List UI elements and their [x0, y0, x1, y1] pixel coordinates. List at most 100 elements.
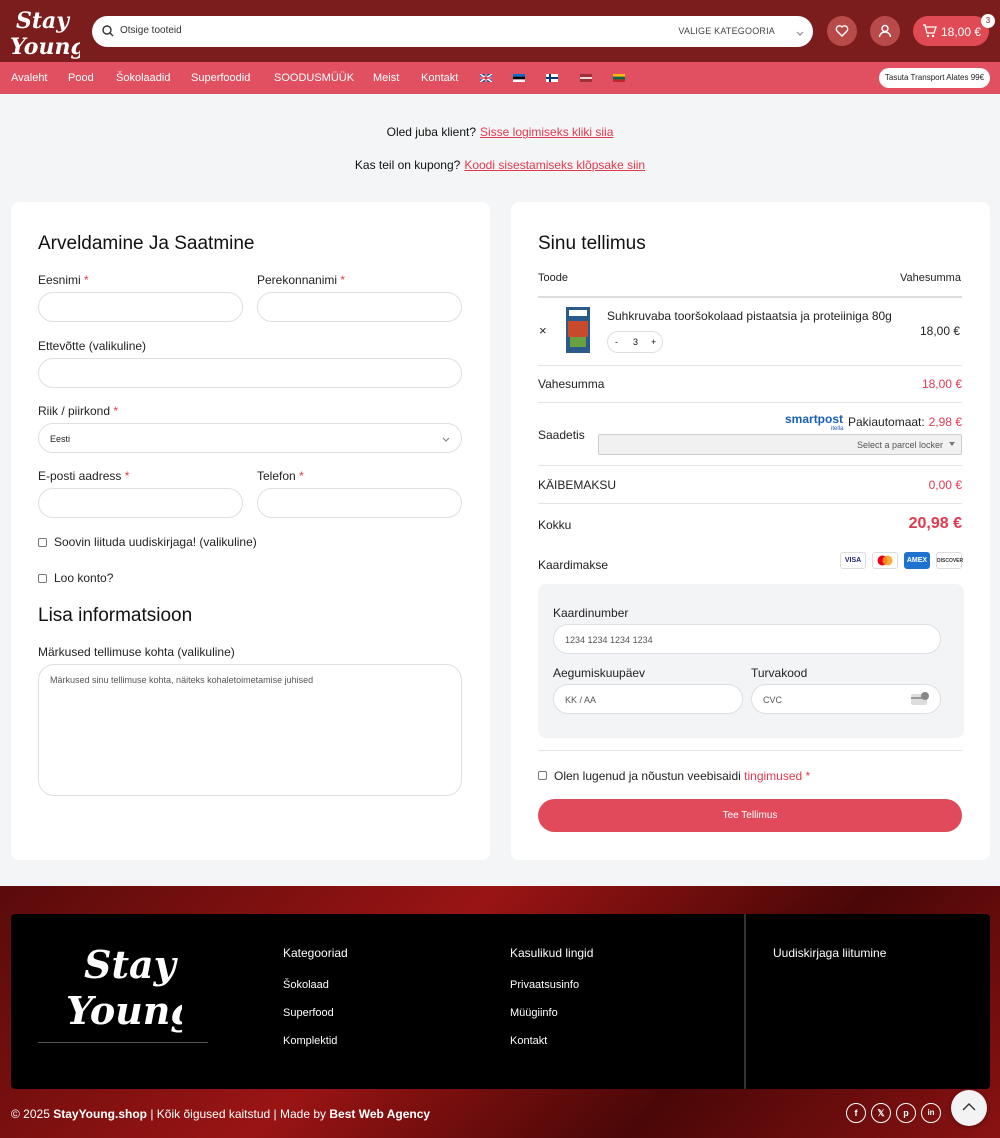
estonia-flag-icon[interactable] — [513, 74, 525, 82]
vat-value: 0,00 € — [928, 478, 962, 492]
search-input[interactable]: Otsige tooteid — [120, 25, 182, 36]
notes-placeholder: Märkused sinu tellimuse kohta, näiteks k… — [50, 675, 314, 685]
nav-item-soodusmuuk[interactable]: SOODUSMÜÜK — [274, 72, 354, 84]
header-divider — [538, 296, 962, 298]
phone-label: Telefon * — [257, 469, 304, 483]
nav-item-superfoodid[interactable]: Superfoodid — [191, 72, 250, 84]
agency-link[interactable]: Best Web Agency — [329, 1107, 430, 1121]
notes-textarea[interactable]: Märkused sinu tellimuse kohta, näiteks k… — [38, 664, 462, 796]
country-select[interactable]: Eesti — [38, 423, 462, 453]
x-twitter-icon[interactable]: 𝕏 — [871, 1103, 891, 1123]
terms-label: Olen lugenud ja nõustun veebisaidi tingi… — [554, 769, 811, 783]
site-logo[interactable]: Stay Young — [8, 4, 86, 60]
phone-field[interactable] — [257, 488, 462, 518]
last-name-field[interactable] — [257, 292, 462, 322]
chevron-down-icon — [442, 437, 450, 442]
free-shipping-badge: Tasuta Transport Alates 99€ — [879, 68, 990, 88]
wishlist-button[interactable] — [827, 16, 857, 46]
qty-minus-button[interactable]: - — [615, 337, 618, 347]
subtotal-label: Vahesumma — [538, 377, 605, 391]
country-label: Riik / piirkond * — [38, 404, 119, 418]
visa-icon: VISA — [840, 552, 866, 569]
chevron-up-icon — [962, 1103, 976, 1111]
expiry-placeholder: KK / AA — [565, 695, 597, 705]
latvia-flag-icon[interactable] — [580, 74, 592, 82]
divider — [538, 465, 962, 466]
category-select[interactable]: VALIGE KATEGOORIA — [678, 26, 775, 36]
svg-text:Stay: Stay — [16, 8, 71, 34]
footer-column-divider — [744, 914, 746, 1089]
newsletter-checkbox[interactable] — [38, 538, 47, 547]
nav-item-pood[interactable]: Pood — [68, 72, 94, 84]
remove-item-button[interactable]: × — [539, 323, 547, 338]
qty-plus-button[interactable]: + — [651, 337, 656, 347]
nav-item-kontakt[interactable]: Kontakt — [421, 72, 458, 84]
total-value: 20,98 € — [908, 515, 962, 532]
heart-icon — [835, 25, 849, 37]
cvc-field[interactable]: CVC — [751, 684, 941, 714]
parcel-locker-select[interactable]: Select a parcel locker — [598, 434, 962, 455]
copyright: © 2025 StayYoung.shop | Kõik õigused kai… — [11, 1107, 431, 1121]
notes-label: Märkused tellimuse kohta (valikuline) — [38, 645, 235, 659]
login-question: Oled juba klient? — [386, 125, 476, 139]
email-field[interactable] — [38, 488, 243, 518]
nav-item-avaleht[interactable]: Avaleht — [11, 72, 48, 84]
create-account-checkbox[interactable] — [38, 574, 47, 583]
divider — [538, 402, 962, 403]
pinterest-icon[interactable]: p — [896, 1103, 916, 1123]
product-thumbnail[interactable] — [566, 307, 590, 353]
uk-flag-icon[interactable] — [480, 74, 492, 82]
copyright-site-link[interactable]: StayYoung.shop — [53, 1107, 147, 1121]
quantity-stepper: - 3 + — [607, 331, 663, 353]
chevron-down-icon[interactable] — [795, 25, 805, 43]
footer-link-sokolaad[interactable]: Šokolaad — [283, 979, 329, 991]
logo-image: Stay Young — [10, 8, 86, 60]
footer-logo[interactable]: Stay Young — [62, 938, 182, 1034]
scroll-to-top-button[interactable] — [951, 1090, 987, 1126]
coupon-notice: Kas teil on kupong? Koodi sisestamiseks k… — [0, 158, 1000, 172]
nav-item-sokolaadid[interactable]: Šokolaadid — [116, 72, 170, 84]
product-name[interactable]: Suhkruvaba tooršokolaad pistaatsia ja pr… — [607, 309, 897, 323]
lithuania-flag-icon[interactable] — [613, 74, 625, 82]
terms-checkbox[interactable] — [538, 771, 547, 780]
footer-link-privacy[interactable]: Privaatsusinfo — [510, 979, 579, 991]
col-subtotal: Vahesumma — [900, 272, 961, 284]
dropdown-arrow-icon — [949, 442, 955, 446]
nav-item-meist[interactable]: Meist — [373, 72, 399, 84]
footer-newsletter-title: Uudiskirjaga liitumine — [773, 946, 887, 960]
facebook-icon[interactable]: f — [846, 1103, 866, 1123]
footer-link-superfood[interactable]: Superfood — [283, 1007, 334, 1019]
newsletter-label: Soovin liituda uudiskirjaga! (valikuline… — [54, 535, 257, 549]
coupon-link[interactable]: Koodi sisestamiseks klõpsake siin — [464, 158, 645, 172]
cart-icon — [923, 24, 937, 38]
card-number-placeholder: 1234 1234 1234 1234 — [565, 635, 653, 645]
extra-info-title: Lisa informatsioon — [38, 605, 193, 626]
billing-title: Arveldamine Ja Saatmine — [38, 233, 255, 254]
company-field[interactable] — [38, 358, 462, 388]
smartpost-logo: smartpost — [785, 412, 844, 426]
cvc-label: Turvakood — [751, 666, 808, 680]
user-icon — [878, 24, 892, 38]
linkedin-icon[interactable]: in — [921, 1103, 941, 1123]
footer-link-contact[interactable]: Kontakt — [510, 1035, 547, 1047]
country-value: Eesti — [50, 434, 71, 444]
account-button[interactable] — [870, 16, 900, 46]
place-order-button[interactable]: Tee Tellimus — [538, 799, 962, 832]
login-link[interactable]: Sisse logimiseks kliki siia — [480, 125, 613, 139]
payment-method-label[interactable]: Kaardimakse — [538, 558, 608, 572]
qty-value[interactable]: 3 — [633, 337, 638, 347]
first-name-field[interactable] — [38, 292, 243, 322]
expiry-field[interactable]: KK / AA — [553, 684, 743, 714]
parcel-select-value: Select a parcel locker — [856, 440, 943, 450]
footer-link-komplektid[interactable]: Komplektid — [283, 1035, 337, 1047]
cart-button[interactable]: 18,00 € — [913, 16, 989, 46]
terms-link[interactable]: tingimused — [744, 769, 802, 783]
finland-flag-icon[interactable] — [546, 74, 558, 82]
divider — [538, 503, 962, 504]
search-bar[interactable]: Otsige tooteid VALIGE KATEGOORIA — [92, 16, 813, 47]
search-icon[interactable] — [102, 24, 114, 42]
create-account-label: Loo konto? — [54, 571, 114, 585]
footer-link-sales-info[interactable]: Müügiinfo — [510, 1007, 558, 1019]
card-number-label: Kaardinumber — [553, 606, 629, 620]
card-number-field[interactable]: 1234 1234 1234 1234 — [553, 624, 941, 654]
